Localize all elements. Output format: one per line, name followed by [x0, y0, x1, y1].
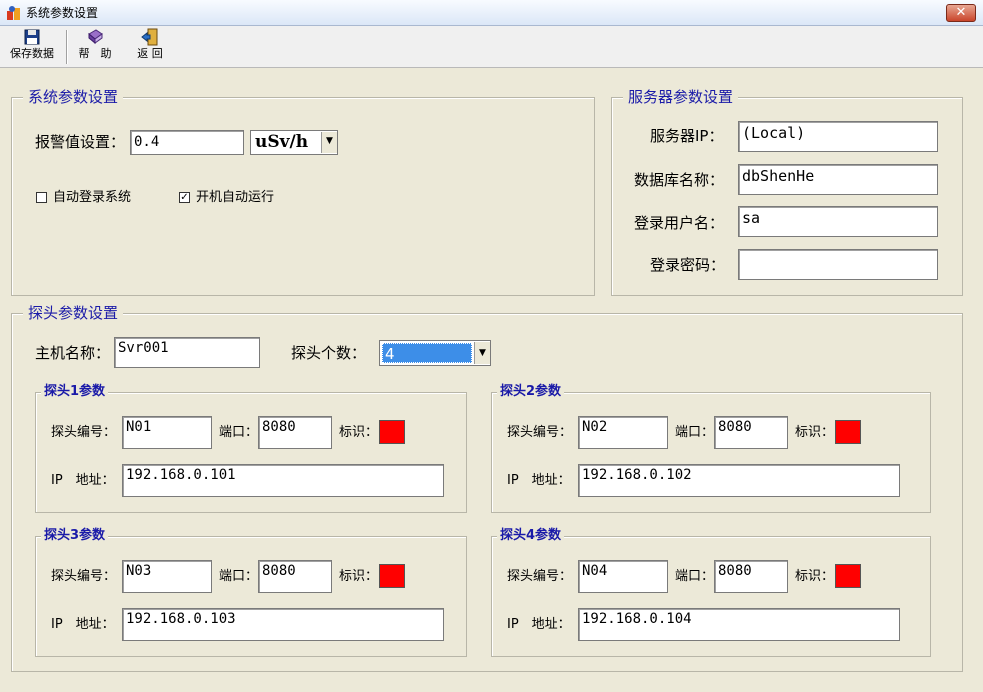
server-settings-legend: 服务器参数设置 — [623, 88, 739, 106]
login-user-input[interactable]: sa — [738, 206, 938, 237]
save-button[interactable]: 保存数据 — [4, 28, 60, 66]
probe-4-id-input[interactable]: N04 — [578, 560, 668, 593]
database-name-input[interactable]: dbShenHe — [738, 164, 938, 195]
alarm-threshold-label: 报警值设置： — [35, 133, 126, 151]
probe-4-ip-input[interactable]: 192.168.0.104 — [578, 608, 900, 641]
probe-3-id-label: 探头编号： — [51, 569, 117, 584]
back-button[interactable]: 返 回 — [128, 28, 172, 66]
login-password-input[interactable] — [738, 249, 938, 280]
alarm-threshold-input[interactable]: 0.4 — [130, 130, 244, 155]
probe-2-mark-swatch[interactable] — [835, 420, 861, 444]
probe-3-legend: 探头3参数 — [41, 528, 109, 544]
probe-1-ip-label: IP 地址： — [51, 473, 115, 488]
probe-2-id-input[interactable]: N02 — [578, 416, 668, 449]
probe-2-legend: 探头2参数 — [497, 384, 565, 400]
auto-login-checkbox[interactable] — [36, 192, 47, 203]
host-name-input[interactable]: Svr001 — [114, 337, 260, 368]
app-icon — [6, 5, 22, 21]
floppy-disk-icon — [23, 28, 41, 46]
probe-3-ip-input[interactable]: 192.168.0.103 — [122, 608, 444, 641]
window-title: 系统参数设置 — [26, 6, 99, 20]
system-settings-legend: 系统参数设置 — [23, 88, 124, 106]
probe-4-mark-label: 标识： — [795, 569, 835, 584]
probe-4-mark-swatch[interactable] — [835, 564, 861, 588]
server-ip-input[interactable]: (Local) — [738, 121, 938, 152]
probe-4-port-input[interactable]: 8080 — [714, 560, 788, 593]
probe-2-ip-input[interactable]: 192.168.0.102 — [578, 464, 900, 497]
probe-2-port-label: 端口： — [675, 425, 715, 440]
toolbar: 保存数据 帮 助 返 回 — [0, 26, 983, 68]
chevron-down-icon[interactable]: ▼ — [474, 342, 490, 364]
probe-1-legend: 探头1参数 — [41, 384, 109, 400]
probe-4-port-label: 端口： — [675, 569, 715, 584]
help-book-icon — [86, 28, 104, 46]
exit-door-icon — [141, 28, 159, 46]
login-user-label: 登录用户名： — [634, 214, 725, 232]
probe-1-id-input[interactable]: N01 — [122, 416, 212, 449]
probe-2-mark-label: 标识： — [795, 425, 835, 440]
probe-settings-legend: 探头参数设置 — [23, 304, 124, 322]
probe-4-id-label: 探头编号： — [507, 569, 573, 584]
probe-3-port-input[interactable]: 8080 — [258, 560, 332, 593]
probe-count-select[interactable]: 4 ▼ — [379, 340, 491, 366]
auto-start-label: 开机自动运行 — [196, 190, 275, 205]
probe-3-mark-label: 标识： — [339, 569, 379, 584]
probe-1-mark-label: 标识： — [339, 425, 379, 440]
help-label: 帮 助 — [78, 47, 112, 60]
probe-1-port-label: 端口： — [219, 425, 259, 440]
title-bar[interactable]: 系统参数设置 ✕ — [0, 0, 983, 26]
auto-start-checkbox[interactable]: ✓ — [179, 192, 190, 203]
probe-1-id-label: 探头编号： — [51, 425, 117, 440]
auto-login-label: 自动登录系统 — [53, 190, 132, 205]
probe-count-label: 探头个数： — [291, 344, 367, 362]
unit-select-value: uSv/h — [255, 132, 309, 152]
save-label: 保存数据 — [10, 47, 54, 60]
probe-1-ip-input[interactable]: 192.168.0.101 — [122, 464, 444, 497]
close-button[interactable]: ✕ — [946, 4, 976, 22]
probe-3-mark-swatch[interactable] — [379, 564, 405, 588]
server-ip-label: 服务器IP： — [650, 127, 724, 145]
close-icon: ✕ — [955, 5, 967, 20]
probe-count-value: 4 — [382, 343, 472, 363]
probe-3-port-label: 端口： — [219, 569, 259, 584]
toolbar-separator — [66, 30, 68, 64]
probe-2-id-label: 探头编号： — [507, 425, 573, 440]
probe-4-ip-label: IP 地址： — [507, 617, 571, 632]
database-name-label: 数据库名称： — [634, 171, 725, 189]
probe-2-ip-label: IP 地址： — [507, 473, 571, 488]
host-name-label: 主机名称： — [35, 344, 111, 362]
unit-select[interactable]: uSv/h ▼ — [250, 130, 338, 155]
probe-1-mark-swatch[interactable] — [379, 420, 405, 444]
back-label: 返 回 — [137, 47, 163, 60]
probe-4-legend: 探头4参数 — [497, 528, 565, 544]
probe-1-port-input[interactable]: 8080 — [258, 416, 332, 449]
chevron-down-icon[interactable]: ▼ — [321, 132, 337, 153]
help-button[interactable]: 帮 助 — [72, 28, 118, 66]
probe-3-id-input[interactable]: N03 — [122, 560, 212, 593]
login-password-label: 登录密码： — [650, 256, 726, 274]
probe-3-ip-label: IP 地址： — [51, 617, 115, 632]
probe-2-port-input[interactable]: 8080 — [714, 416, 788, 449]
